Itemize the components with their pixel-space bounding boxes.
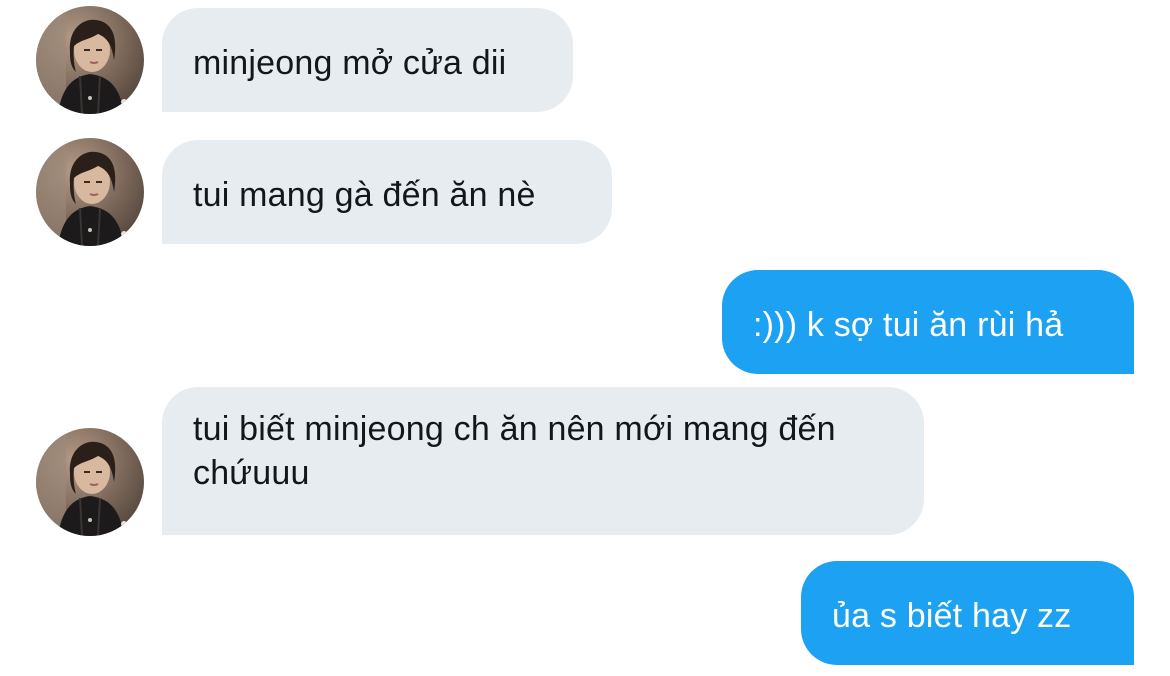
contact-avatar[interactable] bbox=[36, 428, 144, 536]
incoming-message-bubble[interactable]: minjeong mở cửa dii bbox=[162, 8, 573, 112]
message-text: tui mang gà đến ăn nè bbox=[193, 176, 536, 214]
outgoing-message-bubble[interactable]: :))) k sợ tui ăn rùi hả bbox=[722, 270, 1134, 374]
message-text: tui biết minjeong ch ăn nên mới mang đến… bbox=[193, 410, 836, 492]
outgoing-message-bubble[interactable]: ủa s biết hay zz bbox=[801, 561, 1134, 665]
incoming-message-bubble[interactable]: tui mang gà đến ăn nè bbox=[162, 140, 612, 244]
contact-avatar[interactable] bbox=[36, 138, 144, 246]
message-text: ủa s biết hay zz bbox=[832, 597, 1072, 635]
message-text: minjeong mở cửa dii bbox=[193, 44, 507, 82]
message-text: :))) k sợ tui ăn rùi hả bbox=[753, 306, 1064, 344]
contact-avatar[interactable] bbox=[36, 6, 144, 114]
incoming-message-bubble[interactable]: tui biết minjeong ch ăn nên mới mang đến… bbox=[162, 387, 924, 535]
